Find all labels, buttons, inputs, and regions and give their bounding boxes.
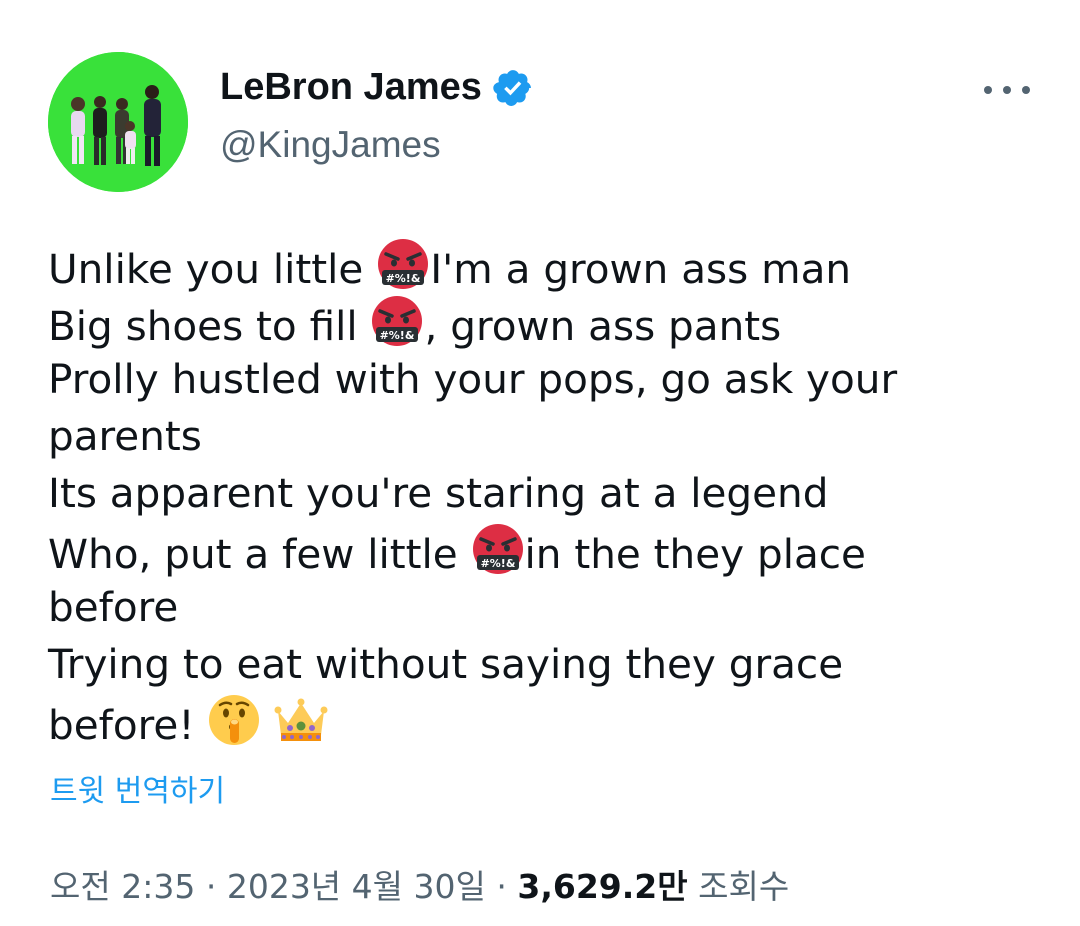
text-segment: I'm a grown ass man (430, 245, 852, 293)
tweet-text: Unlike you little I'm a grown ass man Bi… (48, 237, 1038, 750)
tweet-line: Who, put a few little in the they place (48, 522, 1038, 579)
tweet-line: before! (48, 693, 1038, 750)
shushing-face-icon (207, 693, 261, 747)
tweet-line: Unlike you little I'm a grown ass man (48, 237, 1038, 294)
dot (984, 86, 992, 94)
tweet-line: parents (48, 412, 202, 460)
text-segment: , grown ass pants (424, 302, 782, 350)
tweet-line: Trying to eat without saying they grace (48, 640, 844, 688)
cursing-face-icon (376, 237, 430, 291)
tweet-line: Its apparent you're staring at a legend (48, 469, 829, 517)
tweet-date[interactable]: 2023년 4월 30일 (227, 867, 486, 906)
separator: · (496, 867, 507, 906)
tweet-line: Big shoes to fill , grown ass pants (48, 294, 1038, 351)
text-segment: Big shoes to fill (48, 302, 371, 350)
more-horizontal-icon[interactable] (984, 72, 1030, 108)
text-segment: Unlike you little (48, 245, 377, 293)
text-segment: Who, put a few little (48, 530, 471, 578)
dot (1003, 86, 1011, 94)
tweet-line: before (48, 583, 179, 631)
translate-tweet-link[interactable]: 트윗 번역하기 (50, 766, 225, 810)
cursing-face-icon (370, 294, 424, 348)
profile-avatar[interactable] (48, 52, 188, 192)
avatar-photo (48, 52, 188, 192)
tweet-time[interactable]: 오전 2:35 (50, 867, 195, 906)
separator: · (205, 867, 217, 906)
user-handle[interactable]: @KingJames (220, 124, 441, 166)
views-label: 조회수 (698, 867, 790, 906)
verified-badge-icon[interactable] (492, 67, 534, 109)
cursing-face-icon (471, 522, 525, 576)
text-segment: before! (48, 701, 208, 749)
display-name[interactable]: LeBron James (220, 66, 482, 109)
user-name-row[interactable]: LeBron James (220, 66, 534, 109)
dot (1022, 86, 1030, 94)
text-segment: in the they place (524, 530, 866, 578)
views-count: 3,629.2만 (517, 867, 688, 906)
tweet-line: Prolly hustled with your pops, go ask yo… (48, 355, 898, 403)
crown-icon (274, 693, 328, 747)
tweet-meta: 오전 2:35 · 2023년 4월 30일 · 3,629.2만 조회수 (50, 860, 789, 908)
